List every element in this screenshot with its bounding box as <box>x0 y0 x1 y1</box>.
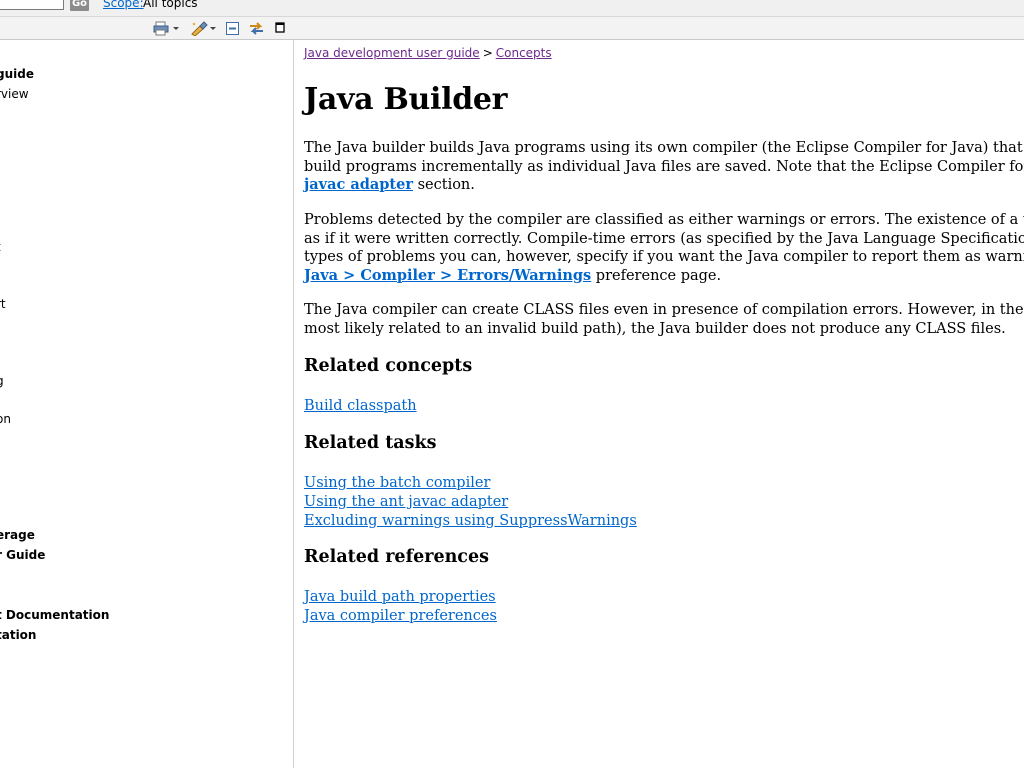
search-bar: Go Scope: All topics <box>0 0 1024 16</box>
breadcrumb-link-concepts[interactable]: Concepts <box>496 46 552 60</box>
list-item: Using the ant javac adapter <box>304 493 637 512</box>
link-with-contents-button[interactable] <box>248 20 266 37</box>
list-item: Excluding warnings using SuppressWarning… <box>304 512 637 531</box>
related-link[interactable]: Using the batch compiler <box>304 475 490 491</box>
list-item: Build classpath <box>304 397 417 416</box>
toc-item[interactable]: rt <box>0 297 6 312</box>
list-item: Java compiler preferences <box>304 607 497 626</box>
toc-item[interactable]: g <box>0 374 4 389</box>
toc-item[interactable]: r Guide <box>0 548 45 563</box>
related-link[interactable]: Java compiler preferences <box>304 608 497 624</box>
toc-item[interactable]: tation <box>0 628 36 643</box>
toc-panel: guide rview t rt g on erage r Guide t Do… <box>0 40 294 768</box>
page-title: Java Builder <box>304 82 508 117</box>
highlight-search-button[interactable] <box>190 20 218 37</box>
collapse-all-button[interactable] <box>225 20 241 37</box>
toc-item[interactable]: guide <box>0 67 34 82</box>
related-references-list: Java build path properties Java compiler… <box>304 588 497 626</box>
breadcrumb-separator: > <box>482 46 493 60</box>
content-panel: Java development user guide > Concepts Jav… <box>294 40 1024 768</box>
link-with-contents-icon <box>250 22 263 35</box>
maximize-button[interactable] <box>275 20 287 37</box>
paragraph-class-files: The Java compiler can create CLASS files… <box>304 302 1024 337</box>
toolbar <box>0 16 1024 40</box>
errors-warnings-link[interactable]: Java > Compiler > Errors/Warnings <box>304 267 591 284</box>
related-concepts-heading: Related concepts <box>304 356 473 376</box>
breadcrumb: Java development user guide > Concepts <box>304 46 552 60</box>
toc-item[interactable]: erage <box>0 528 35 543</box>
print-icon <box>153 21 169 36</box>
search-input[interactable] <box>0 0 64 10</box>
javac-adapter-link[interactable]: javac adapter <box>304 176 413 193</box>
scope-value: All topics <box>143 0 198 10</box>
related-concepts-list: Build classpath <box>304 397 417 416</box>
related-link[interactable]: Using the ant javac adapter <box>304 494 508 510</box>
related-link[interactable]: Java build path properties <box>304 589 496 605</box>
scope-link[interactable]: Scope: <box>103 0 144 11</box>
collapse-all-icon <box>226 22 239 35</box>
breadcrumb-link-user-guide[interactable]: Java development user guide <box>304 46 480 60</box>
paragraph-problems: Problems detected by the compiler are cl… <box>304 212 1024 284</box>
maximize-icon <box>275 22 285 33</box>
toc-item[interactable]: on <box>0 412 11 427</box>
highlight-search-icon <box>191 21 208 36</box>
related-references-heading: Related references <box>304 547 489 567</box>
related-link[interactable]: Build classpath <box>304 398 417 414</box>
toc-item[interactable]: t <box>0 240 1 255</box>
print-button[interactable] <box>153 20 181 37</box>
paragraph-intro: The Java builder builds Java programs us… <box>304 140 1024 193</box>
list-item: Using the batch compiler <box>304 474 637 493</box>
related-link[interactable]: Excluding warnings using SuppressWarning… <box>304 513 637 529</box>
toc-item[interactable]: rview <box>0 87 29 102</box>
related-tasks-list: Using the batch compiler Using the ant j… <box>304 474 637 530</box>
go-button[interactable]: Go <box>70 0 89 11</box>
related-tasks-heading: Related tasks <box>304 433 437 453</box>
list-item: Java build path properties <box>304 588 497 607</box>
toc-item[interactable]: t Documentation <box>0 608 109 623</box>
